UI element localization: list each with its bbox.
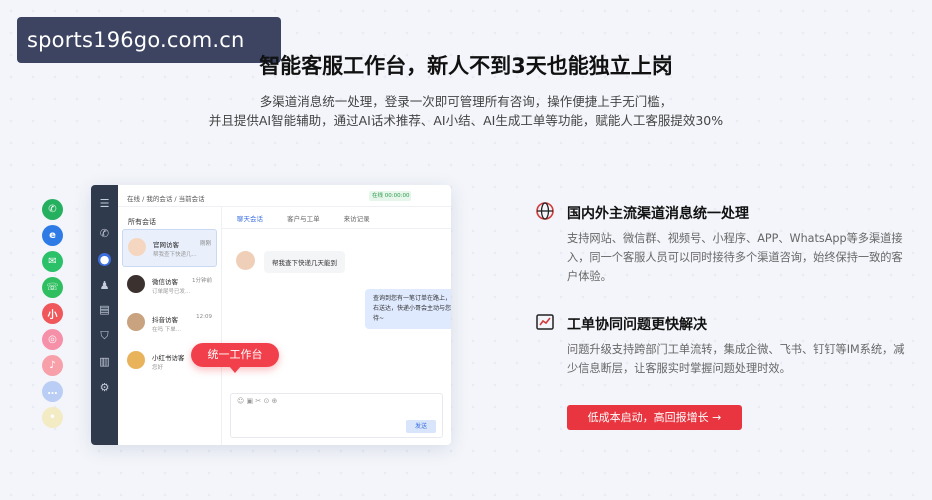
tab-chat[interactable]: 聊天会话	[237, 215, 263, 223]
conversation-name: 抖音访客	[152, 316, 178, 324]
tiktok-icon: ♪	[42, 355, 63, 376]
status-badge[interactable]: 在线 00:00:00	[369, 191, 411, 201]
cta-button[interactable]: 低成本启动，高回报增长 →	[567, 405, 742, 430]
conversation-preview: 帮我查下快递几...	[153, 252, 197, 258]
chat-panel: 聊天会话 客户与工单 来访记录 帮我查下快递几天能到 查询到您有一笔订单在路上，…	[222, 207, 451, 445]
subtitle-line-2: 并且提供AI智能辅助，通过AI话术推荐、AI小结、AI生成工单等功能，赋能人工客…	[208, 113, 724, 128]
xiaohongshu-icon: 小	[42, 303, 63, 324]
whatsapp-icon: ☏	[42, 277, 63, 298]
conversation-time: 1分钟前	[192, 278, 212, 284]
workspace-mockup: ☰ ✆ ● ♟ ▤ ⛉ ▥ ⚙ 在线 / 我的会话 / 当前会话 在线 00:0…	[91, 185, 451, 445]
tab-visit-history[interactable]: 来访记录	[344, 215, 370, 223]
chat-tabs: 聊天会话 客户与工单 来访记录	[222, 207, 451, 229]
conversation-name: 小红书访客	[152, 354, 185, 362]
ie-browser-icon: e	[42, 225, 63, 246]
feature-description: 支持网站、微信群、视频号、小程序、APP、WhatsApp等多渠道接入，同一个客…	[567, 232, 903, 283]
conversation-item[interactable]: 官网访客 刚刚 帮我查下快递几...	[122, 229, 217, 267]
unified-workspace-tag: 统一工作台	[191, 343, 279, 373]
avatar	[127, 313, 145, 331]
list-header: 所有会话	[128, 218, 156, 226]
breadcrumb: 在线 / 我的会话 / 当前会话	[127, 195, 205, 203]
subtitle-line-1: 多渠道消息统一处理，登录一次即可管理所有咨询，操作便捷上手无门槛，	[259, 94, 673, 109]
conversation-preview: 您好	[152, 365, 164, 371]
user-nav-icon[interactable]: ♟	[98, 279, 111, 292]
conversation-time: 刚刚	[199, 241, 211, 247]
other-channel-icon: •	[42, 407, 63, 428]
tab-customer-tickets[interactable]: 客户与工单	[287, 215, 320, 223]
conversation-preview: 订单尾号已发...	[152, 289, 191, 295]
conversation-list: 所有会话 官网访客 刚刚 帮我查下快递几... 微信访客 1分钟前 订单尾号已发…	[118, 207, 222, 445]
settings-nav-icon[interactable]: ⚙	[98, 381, 111, 394]
send-button[interactable]: 发送	[406, 420, 436, 433]
globe-icon	[536, 202, 554, 220]
message-input[interactable]: ☺ ▣ ✂ ⊙ ⊕ 发送	[230, 393, 443, 438]
app-topbar: 在线 / 我的会话 / 当前会话 在线 00:00:00	[118, 185, 451, 207]
outgoing-message: 查询到您有一笔订单在路上，预计今天下午3点左右送达，快递小哥会主动与您联系，请您…	[365, 289, 451, 329]
phone-nav-icon[interactable]: ✆	[98, 227, 111, 240]
message-icon: …	[42, 381, 63, 402]
visitor-avatar	[236, 251, 255, 270]
feature-description: 问题升级支持跨部门工单流转，集成企微、飞书、钉钉等IM系统，减少信息断层，让客服…	[567, 343, 905, 375]
wechat-icon: ✉	[42, 251, 63, 272]
conversation-preview: 在吗 下单...	[152, 327, 181, 333]
conversation-item[interactable]: 微信访客 1分钟前 订单尾号已发...	[122, 267, 217, 305]
instagram-icon: ◎	[42, 329, 63, 350]
conversation-name: 官网访客	[153, 241, 179, 249]
page-title: 智能客服工作台，新人不到3天也能独立上岗	[259, 54, 673, 78]
menu-icon[interactable]: ☰	[98, 197, 111, 210]
avatar	[128, 238, 146, 256]
phone-icon: ✆	[42, 199, 63, 220]
chart-window-icon	[536, 314, 554, 330]
channel-icon-list: ✆ e ✉ ☏ 小 ◎ ♪ … •	[42, 199, 64, 433]
conversation-name: 微信访客	[152, 278, 178, 286]
page-subtitle: 多渠道消息统一处理，登录一次即可管理所有咨询，操作便捷上手无门槛， 并且提供AI…	[0, 92, 932, 130]
conversation-time: 12:09	[196, 314, 212, 320]
conversation-item[interactable]: 抖音访客 12:09 在吗 下单...	[122, 305, 217, 343]
incoming-message: 帮我查下快递几天能到	[264, 251, 345, 273]
ticket-nav-icon[interactable]: ▤	[98, 303, 111, 316]
input-toolbar[interactable]: ☺ ▣ ✂ ⊙ ⊕	[231, 394, 442, 408]
feature-title: 工单协同问题更快解决	[567, 317, 707, 333]
avatar	[127, 351, 145, 369]
shield-nav-icon[interactable]: ⛉	[98, 329, 111, 342]
avatar	[127, 275, 145, 293]
stats-nav-icon[interactable]: ▥	[98, 355, 111, 368]
feature-title: 国内外主流渠道消息统一处理	[567, 206, 749, 222]
chat-nav-icon[interactable]: ●	[98, 253, 111, 266]
nav-rail: ☰ ✆ ● ♟ ▤ ⛉ ▥ ⚙	[91, 185, 118, 445]
